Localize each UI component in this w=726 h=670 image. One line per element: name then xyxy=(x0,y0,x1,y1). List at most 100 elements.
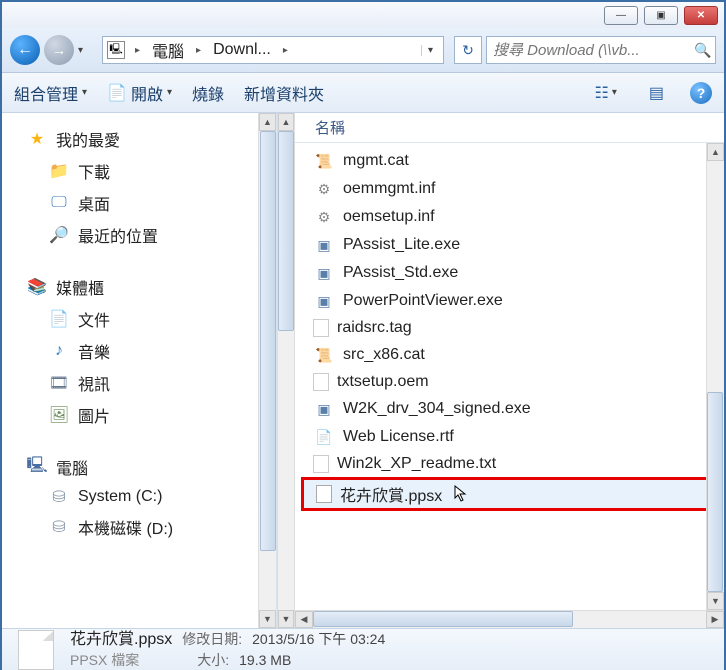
forward-button[interactable]: → xyxy=(44,35,74,65)
burn-button[interactable]: 燒錄 xyxy=(192,81,224,105)
sidebar-item-desktop[interactable]: 🖵桌面 xyxy=(26,187,272,219)
file-list: 名稱 📜mgmt.cat⚙oemmgmt.inf⚙oemsetup.inf▣PA… xyxy=(295,113,724,628)
library-icon: 📚 xyxy=(26,277,48,297)
details-modified-label: 修改日期: xyxy=(182,630,242,648)
scroll-up-icon[interactable]: ▲ xyxy=(259,113,276,131)
ppsx-icon xyxy=(316,485,332,503)
file-item[interactable]: 📄 Web License.rtf xyxy=(295,423,724,451)
sidebar-item-videos[interactable]: 🎞視訊 xyxy=(26,367,272,399)
chevron-right-icon[interactable]: ▸ xyxy=(277,45,294,56)
scroll-right-icon[interactable]: ▶ xyxy=(706,611,724,628)
computer-icon: 🖳 xyxy=(26,457,48,477)
drive-icon: ⛁ xyxy=(48,487,70,507)
view-options-button[interactable]: ☷▾ xyxy=(589,83,623,103)
search-box[interactable]: 🔍 xyxy=(486,36,716,64)
file-item[interactable]: 花卉欣賞.ppsx xyxy=(301,477,718,511)
file-name: W2K_drv_304_signed.exe xyxy=(343,400,531,418)
search-icon[interactable]: 🔍 xyxy=(694,42,711,59)
addressbar-dropdown[interactable]: ▾ xyxy=(421,45,439,56)
scroll-up-icon[interactable]: ▲ xyxy=(707,143,724,161)
scroll-down-icon[interactable]: ▼ xyxy=(707,592,724,610)
breadcrumb-segment[interactable]: 電腦 xyxy=(150,38,186,62)
recent-icon: 🔎 xyxy=(48,225,70,245)
chevron-right-icon[interactable]: ▸ xyxy=(190,45,207,56)
history-dropdown[interactable]: ▾ xyxy=(78,45,92,56)
document-icon: 📄 xyxy=(107,83,127,103)
txt-icon xyxy=(313,373,329,391)
file-name: PAssist_Lite.exe xyxy=(343,236,460,254)
scroll-down-icon[interactable]: ▼ xyxy=(278,610,294,628)
file-name: Web License.rtf xyxy=(343,428,454,446)
file-item[interactable]: ▣PowerPointViewer.exe xyxy=(295,287,724,315)
favorites-group[interactable]: ★我的最愛 xyxy=(26,123,272,155)
column-header-name[interactable]: 名稱 xyxy=(295,113,724,143)
minimize-button[interactable]: — xyxy=(604,6,638,25)
txt-icon xyxy=(313,319,329,337)
file-name: raidsrc.tag xyxy=(337,319,412,337)
file-item[interactable]: ▣PAssist_Lite.exe xyxy=(295,231,724,259)
details-modified-value: 2013/5/16 下午 03:24 xyxy=(252,630,385,648)
desktop-icon: 🖵 xyxy=(48,193,70,213)
video-icon: 🎞 xyxy=(48,373,70,393)
scrollbar-thumb[interactable] xyxy=(260,131,276,551)
scrollbar-thumb[interactable] xyxy=(313,611,573,627)
cat-icon: 📜 xyxy=(313,151,335,171)
computer-group[interactable]: 🖳電腦 xyxy=(26,451,272,483)
organize-button[interactable]: 組合管理▾ xyxy=(14,81,87,105)
new-folder-button[interactable]: 新增資料夾 xyxy=(244,81,324,105)
search-input[interactable] xyxy=(493,42,694,59)
file-name: mgmt.cat xyxy=(343,152,409,170)
file-name: 花卉欣賞.ppsx xyxy=(340,482,442,506)
details-pane: 花卉欣賞.ppsx 修改日期: 2013/5/16 下午 03:24 PPSX … xyxy=(2,628,724,670)
file-name: src_x86.cat xyxy=(343,346,425,364)
address-bar[interactable]: 🖳 ▸ 電腦 ▸ Downl... ▸ ▾ xyxy=(102,36,444,64)
sidebar-item-music[interactable]: ♪音樂 xyxy=(26,335,272,367)
file-item[interactable]: txtsetup.oem xyxy=(295,369,724,395)
file-item[interactable]: 📜 mgmt.cat xyxy=(295,147,724,175)
sidebar-item-recent[interactable]: 🔎最近的位置 xyxy=(26,219,272,251)
scroll-down-icon[interactable]: ▼ xyxy=(259,610,276,628)
titlebar: — ▣ ✕ xyxy=(2,2,724,28)
back-button[interactable]: ← xyxy=(10,35,40,65)
file-item[interactable]: ⚙oemmgmt.inf xyxy=(295,175,724,203)
sidebar-item-drive-d[interactable]: ⛁本機磁碟 (D:) xyxy=(26,511,272,543)
maximize-button[interactable]: ▣ xyxy=(644,6,678,25)
exe-icon: ▣ xyxy=(313,263,335,283)
help-button[interactable]: ? xyxy=(690,82,712,104)
close-button[interactable]: ✕ xyxy=(684,6,718,25)
chevron-right-icon[interactable]: ▸ xyxy=(129,45,146,56)
scroll-left-icon[interactable]: ◀ xyxy=(295,611,313,628)
navigation-pane: ★我的最愛 📁下載 🖵桌面 🔎最近的位置 📚媒體櫃 📄文件 ♪音樂 🎞視訊 🖼圖… xyxy=(2,113,277,628)
filelist-hscrollbar[interactable]: ◀ ▶ xyxy=(295,610,724,628)
breadcrumb-segment[interactable]: Downl... xyxy=(211,41,273,59)
rtf-icon: 📄 xyxy=(313,427,335,447)
file-name: txtsetup.oem xyxy=(337,373,429,391)
navbar: ← → ▾ 🖳 ▸ 電腦 ▸ Downl... ▸ ▾ ↻ 🔍 xyxy=(2,28,724,73)
open-button[interactable]: 📄 開啟▾ xyxy=(107,81,172,105)
sidebar-item-pictures[interactable]: 🖼圖片 xyxy=(26,399,272,431)
sidebar-item-drive-c[interactable]: ⛁System (C:) xyxy=(26,483,272,511)
preview-pane-button[interactable]: ▤ xyxy=(643,83,670,103)
document-icon: 📄 xyxy=(48,309,70,329)
exe-icon: ▣ xyxy=(313,291,335,311)
file-item[interactable]: Win2k_XP_readme.txt xyxy=(295,451,724,477)
splitter-scrollbar[interactable]: ▲ ▼ xyxy=(277,113,295,628)
file-item[interactable]: 📜src_x86.cat xyxy=(295,341,724,369)
navpane-scrollbar[interactable]: ▲ ▼ xyxy=(258,113,276,628)
file-item[interactable]: ⚙oemsetup.inf xyxy=(295,203,724,231)
file-item[interactable]: ▣PAssist_Std.exe xyxy=(295,259,724,287)
refresh-button[interactable]: ↻ xyxy=(454,36,482,64)
file-item[interactable]: raidsrc.tag xyxy=(295,315,724,341)
picture-icon: 🖼 xyxy=(48,405,70,425)
sidebar-item-downloads[interactable]: 📁下載 xyxy=(26,155,272,187)
scrollbar-thumb[interactable] xyxy=(278,131,294,331)
sidebar-item-documents[interactable]: 📄文件 xyxy=(26,303,272,335)
inf-icon: ⚙ xyxy=(313,179,335,199)
exe-icon: ▣ xyxy=(313,399,335,419)
scroll-up-icon[interactable]: ▲ xyxy=(278,113,294,131)
libraries-group[interactable]: 📚媒體櫃 xyxy=(26,271,272,303)
toolbar: 組合管理▾ 📄 開啟▾ 燒錄 新增資料夾 ☷▾ ▤ ? xyxy=(2,73,724,113)
filelist-vscrollbar[interactable]: ▲ ▼ xyxy=(706,143,724,610)
scrollbar-thumb[interactable] xyxy=(707,392,723,592)
file-item[interactable]: ▣ W2K_drv_304_signed.exe xyxy=(295,395,724,423)
